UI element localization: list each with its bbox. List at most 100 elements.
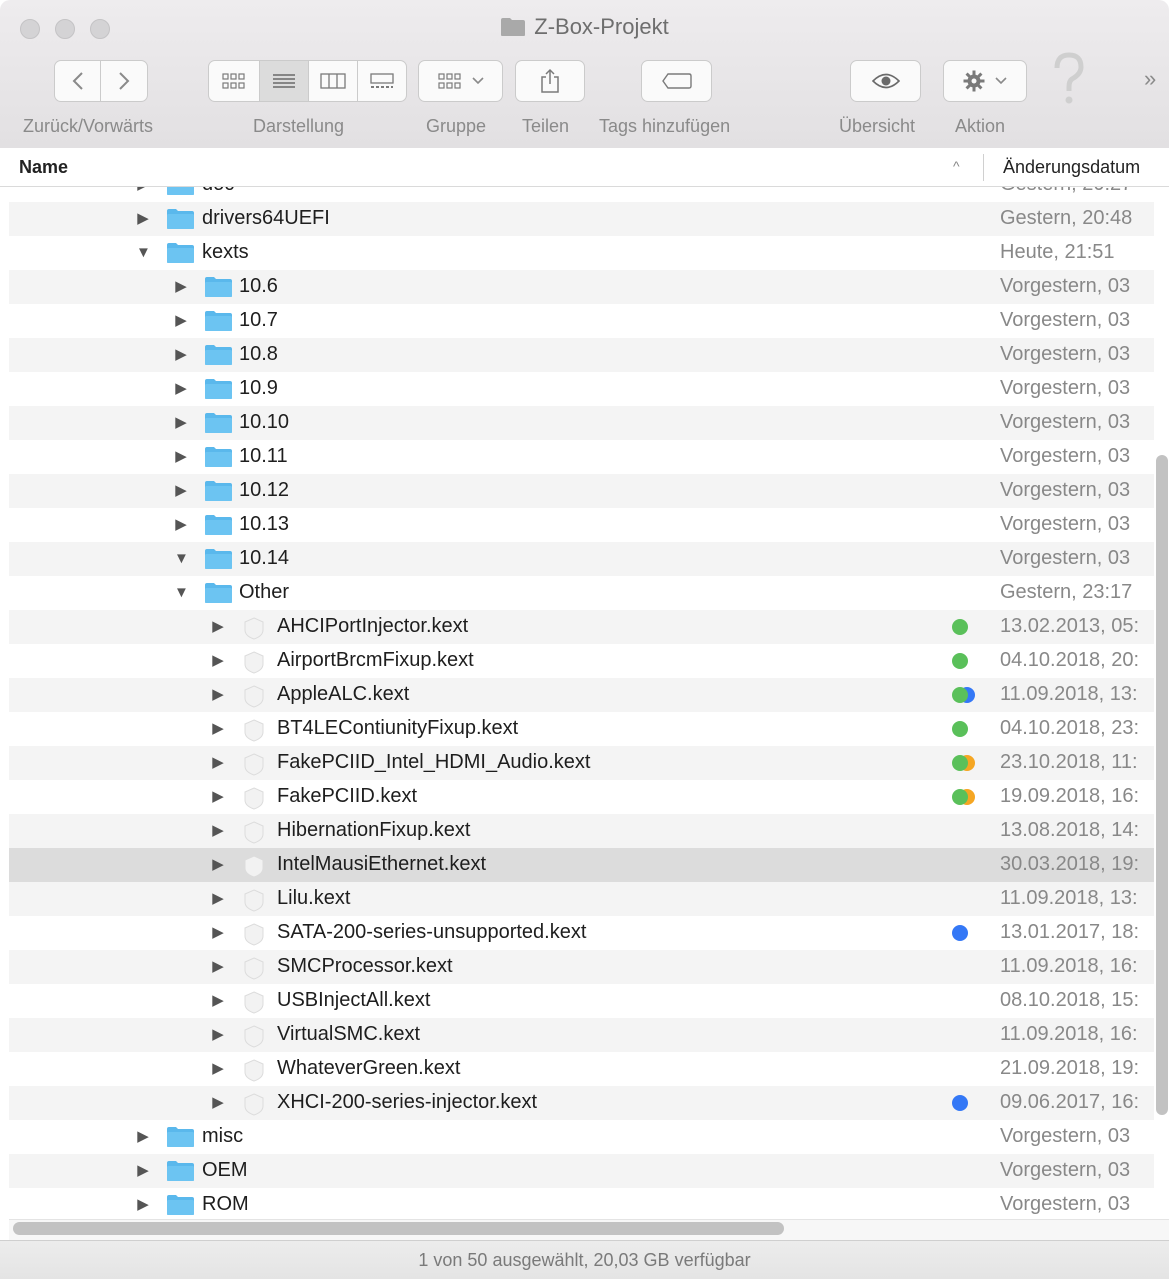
file-row[interactable]: ▶ FakePCIID.kext 19.09.2018, 16: [9,780,1154,814]
file-row[interactable]: ▶ Lilu.kext 11.09.2018, 13: [9,882,1154,916]
disclosure-collapsed-icon[interactable]: ▶ [211,1026,225,1044]
action-button[interactable] [943,60,1027,102]
disclosure-collapsed-icon[interactable]: ▶ [211,822,225,840]
disclosure-expanded-icon[interactable]: ▼ [174,584,189,602]
disclosure-collapsed-icon[interactable]: ▶ [136,1196,150,1214]
help-icon[interactable] [1052,52,1086,108]
file-row[interactable]: ▶ SMCProcessor.kext 11.09.2018, 16: [9,950,1154,984]
disclosure-collapsed-icon[interactable]: ▶ [211,958,225,976]
disclosure-collapsed-icon[interactable]: ▶ [174,312,188,330]
name-column-header[interactable]: Name [19,157,68,178]
disclosure-collapsed-icon[interactable]: ▶ [174,346,188,364]
item-name: WhateverGreen.kext [277,1057,461,1079]
back-button[interactable] [55,61,102,101]
group-button[interactable] [418,60,503,102]
disclosure-collapsed-icon[interactable]: ▶ [211,720,225,738]
disclosure-collapsed-icon[interactable]: ▶ [211,1060,225,1078]
kext-bundle-icon [244,821,264,844]
item-name: AHCIPortInjector.kext [277,615,469,637]
list-view-button[interactable] [260,61,309,101]
disclosure-collapsed-icon[interactable]: ▶ [211,992,225,1010]
file-row[interactable]: ▶ WhateverGreen.kext 21.09.2018, 19: [9,1052,1154,1086]
disclosure-collapsed-icon[interactable]: ▶ [174,448,188,466]
folder-icon [205,447,232,467]
disclosure-collapsed-icon[interactable]: ▶ [174,414,188,432]
gallery-view-button[interactable] [358,61,407,101]
folder-row[interactable]: ▶ 10.8 Vorgestern, 03 [9,338,1154,372]
disclosure-collapsed-icon[interactable]: ▶ [174,278,188,296]
folder-row[interactable]: ▼ Other Gestern, 23:17 [9,576,1154,610]
disclosure-collapsed-icon[interactable]: ▶ [211,856,225,874]
folder-row[interactable]: ▶ misc Vorgestern, 03 [9,1120,1154,1154]
disclosure-collapsed-icon[interactable]: ▶ [174,516,188,534]
item-name: doc [202,187,234,196]
file-row[interactable]: ▶ SATA-200-series-unsupported.kext 13.01.2… [9,916,1154,950]
quicklook-button[interactable] [850,60,921,102]
disclosure-collapsed-icon[interactable]: ▶ [174,380,188,398]
disclosure-expanded-icon[interactable]: ▼ [136,244,151,262]
tags-label: Tags hinzufügen [599,116,731,136]
file-row[interactable]: ▶ VirtualSMC.kext 11.09.2018, 16: [9,1018,1154,1052]
file-row[interactable]: ▶ HibernationFixup.kext 13.08.2018, 14: [9,814,1154,848]
file-row[interactable]: ▶ USBInjectAll.kext 08.10.2018, 15: [9,984,1154,1018]
folder-row[interactable]: ▶ 10.10 Vorgestern, 03 [9,406,1154,440]
kext-bundle-icon [244,855,264,878]
toolbar-overflow-button[interactable]: » [1144,66,1156,92]
icon-view-button[interactable] [209,61,261,101]
folder-row[interactable]: ▼ kexts Heute, 21:51 [9,236,1154,270]
item-date: Vorgestern, 03 [1000,479,1131,501]
group-label: Gruppe [426,116,487,136]
file-row[interactable]: ▶ AirportBrcmFixup.kext 04.10.2018, 20: [9,644,1154,678]
file-row[interactable]: ▶ AHCIPortInjector.kext 13.02.2013, 05: [9,610,1154,644]
disclosure-collapsed-icon[interactable]: ▶ [174,482,188,500]
column-divider[interactable] [983,154,984,181]
add-tags-button[interactable] [641,60,712,102]
file-row[interactable]: ▶ BT4LEContiunityFixup.kext 04.10.2018, 23… [9,712,1154,746]
kext-bundle-icon [244,1025,264,1048]
file-row[interactable]: ▶ XHCI-200-series-injector.kext 09.06.2017… [9,1086,1154,1120]
folder-row[interactable]: ▶ OEM Vorgestern, 03 [9,1154,1154,1188]
folder-row[interactable]: ▶ drivers64UEFI Gestern, 20:48 [9,202,1154,236]
chevron-down-icon [995,77,1007,85]
disclosure-collapsed-icon[interactable]: ▶ [211,788,225,806]
disclosure-collapsed-icon[interactable]: ▶ [211,618,225,636]
share-button[interactable] [515,60,585,102]
folder-row[interactable]: ▶ 10.6 Vorgestern, 03 [9,270,1154,304]
kext-bundle-icon [244,957,264,980]
disclosure-collapsed-icon[interactable]: ▶ [211,1094,225,1112]
disclosure-collapsed-icon[interactable]: ▶ [136,1162,150,1180]
folder-row[interactable]: ▶ 10.12 Vorgestern, 03 [9,474,1154,508]
disclosure-collapsed-icon[interactable]: ▶ [136,187,150,194]
disclosure-expanded-icon[interactable]: ▼ [174,550,189,568]
disclosure-collapsed-icon[interactable]: ▶ [211,924,225,942]
item-name: 10.12 [239,479,290,501]
date-column-header[interactable]: Änderungsdatum [1003,157,1140,178]
folder-row[interactable]: ▶ 10.9 Vorgestern, 03 [9,372,1154,406]
sort-ascending-icon[interactable]: ^ [953,158,960,174]
disclosure-collapsed-icon[interactable]: ▶ [211,754,225,772]
disclosure-collapsed-icon[interactable]: ▶ [211,686,225,704]
folder-row[interactable]: ▶ 10.7 Vorgestern, 03 [9,304,1154,338]
color-tag-dot [952,619,968,635]
item-name: AirportBrcmFixup.kext [277,649,474,671]
folder-row[interactable]: ▶ 10.13 Vorgestern, 03 [9,508,1154,542]
column-view-button[interactable] [309,61,358,101]
file-row[interactable]: ▶ AppleALC.kext 11.09.2018, 13: [9,678,1154,712]
folder-row[interactable]: ▼ 10.14 Vorgestern, 03 [9,542,1154,576]
item-name: ROM [202,1193,249,1215]
folder-row[interactable]: ▶ ROM Vorgestern, 03 [9,1188,1154,1219]
vertical-scrollbar[interactable] [1156,455,1168,1115]
folder-row[interactable]: ▶ doc Gestern, 20:27 [9,187,1154,202]
file-row[interactable]: ▶ IntelMausiEthernet.kext 30.03.2018, 19: [9,848,1154,882]
file-row[interactable]: ▶ FakePCIID_Intel_HDMI_Audio.kext 23.10.20… [9,746,1154,780]
item-date: 11.09.2018, 16: [1000,955,1138,977]
disclosure-collapsed-icon[interactable]: ▶ [211,890,225,908]
disclosure-collapsed-icon[interactable]: ▶ [136,210,150,228]
disclosure-collapsed-icon[interactable]: ▶ [136,1128,150,1146]
folder-icon [501,18,526,36]
folder-row[interactable]: ▶ 10.11 Vorgestern, 03 [9,440,1154,474]
disclosure-collapsed-icon[interactable]: ▶ [211,652,225,670]
forward-button[interactable] [101,61,147,101]
horizontal-scrollbar[interactable] [13,1222,784,1235]
folder-icon [205,379,232,399]
